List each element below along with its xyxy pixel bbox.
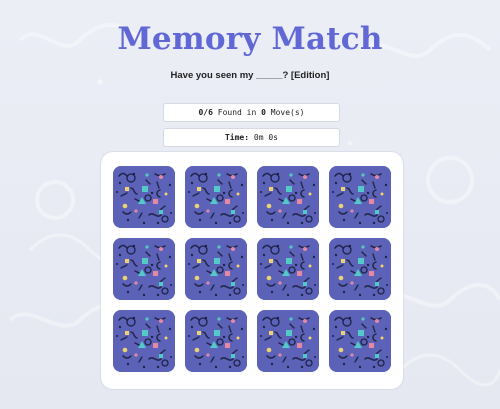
memory-card[interactable] xyxy=(329,166,391,228)
found-text: Found in xyxy=(217,108,257,117)
card-back-pattern xyxy=(257,310,319,372)
card-back-pattern xyxy=(257,238,319,300)
card-back-pattern xyxy=(329,310,391,372)
moves-status: 0/6 Found in 0 Move(s) xyxy=(163,103,340,122)
card-back-pattern xyxy=(113,310,175,372)
card-back-pattern xyxy=(329,238,391,300)
found-count: 0/6 xyxy=(198,108,213,117)
time-label: Time: xyxy=(224,133,250,142)
memory-card[interactable] xyxy=(113,166,175,228)
memory-card[interactable] xyxy=(257,310,319,372)
page-title: Memory Match xyxy=(117,21,383,57)
memory-card[interactable] xyxy=(113,310,175,372)
game-board xyxy=(101,152,403,389)
memory-card[interactable] xyxy=(113,238,175,300)
card-back-pattern xyxy=(329,166,391,228)
page-subtitle: Have you seen my _____? [Edition] xyxy=(170,70,330,81)
memory-match-page: Memory Match Have you seen my _____? [Ed… xyxy=(0,0,500,409)
memory-card[interactable] xyxy=(329,238,391,300)
memory-card[interactable] xyxy=(185,238,247,300)
card-back-pattern xyxy=(113,238,175,300)
moves-count: 0 xyxy=(261,108,266,117)
memory-card[interactable] xyxy=(329,310,391,372)
time-value: 0m 0s xyxy=(253,133,278,142)
memory-card[interactable] xyxy=(257,166,319,228)
memory-card[interactable] xyxy=(257,238,319,300)
card-back-pattern xyxy=(185,238,247,300)
card-back-pattern xyxy=(257,166,319,228)
card-back-pattern xyxy=(185,166,247,228)
memory-card[interactable] xyxy=(185,166,247,228)
memory-card[interactable] xyxy=(185,310,247,372)
timer-status: Time: 0m 0s xyxy=(163,128,340,147)
card-back-pattern xyxy=(185,310,247,372)
moves-text: Move(s) xyxy=(270,108,305,117)
card-back-pattern xyxy=(113,166,175,228)
